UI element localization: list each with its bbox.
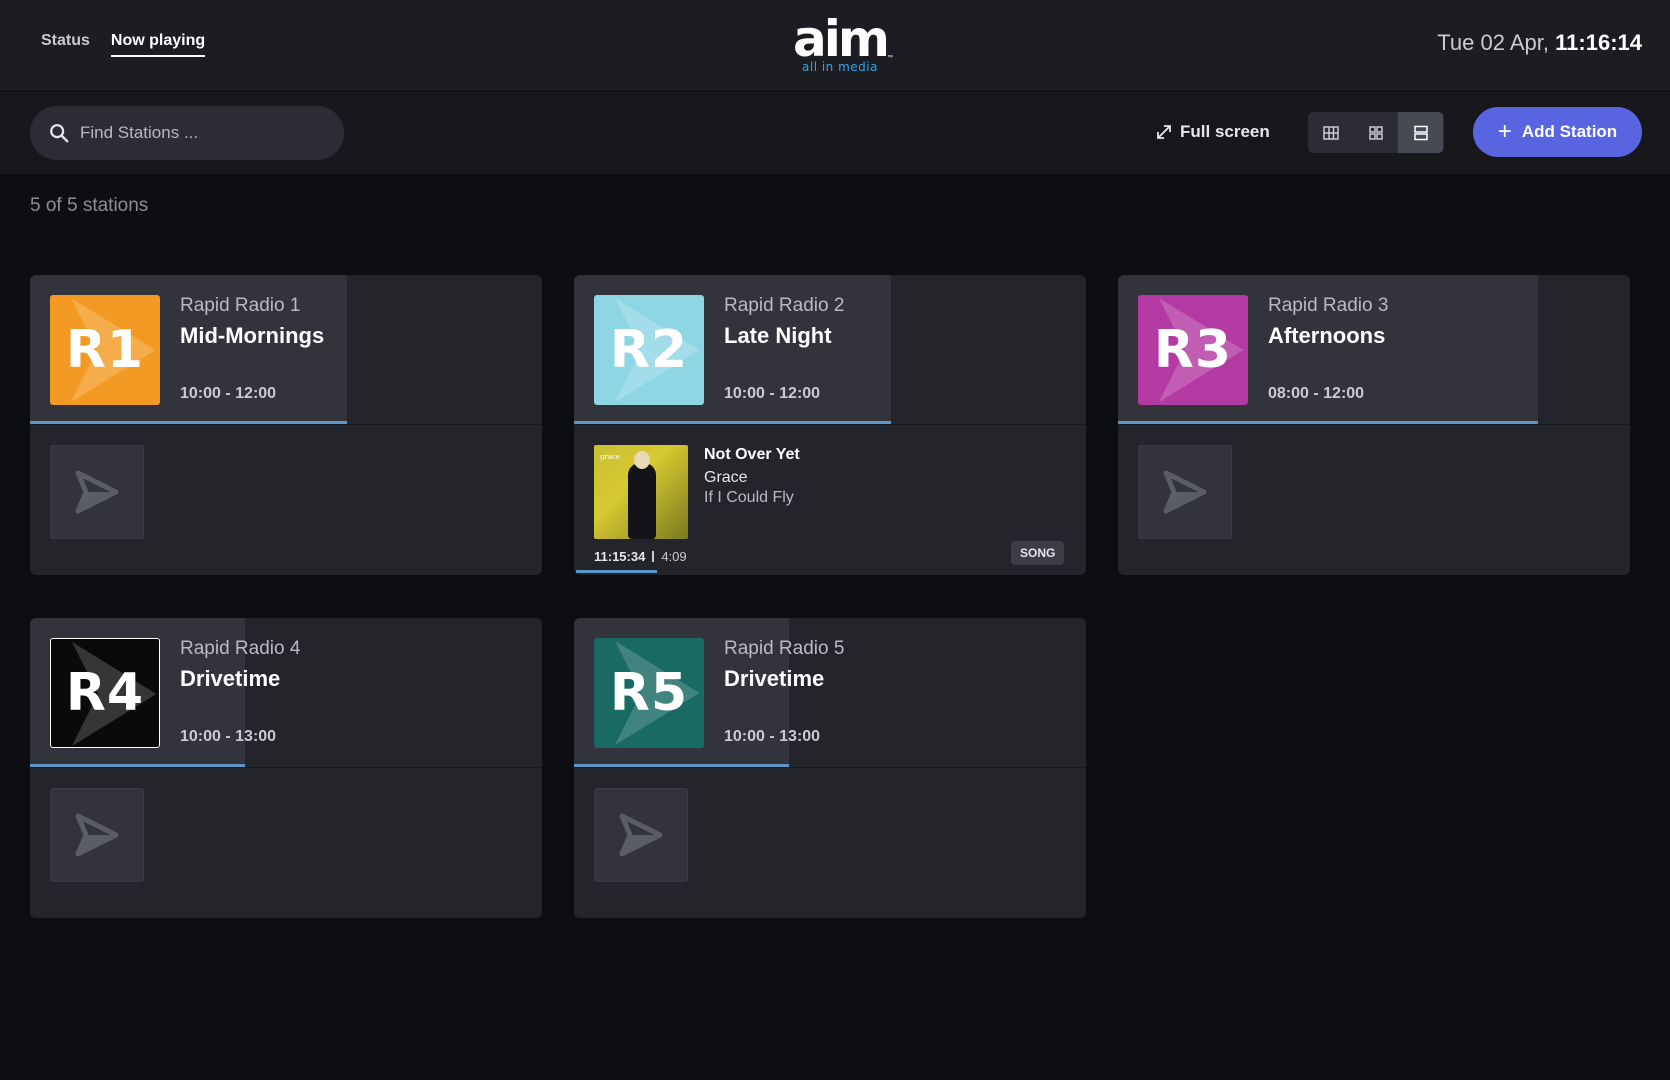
show-time: 10:00 - 13:00 [180, 728, 277, 745]
station-logo-text: R1 [65, 320, 145, 380]
album-art: grace [594, 445, 688, 539]
expand-icon [1157, 125, 1171, 139]
nav-status[interactable]: Status [41, 32, 90, 57]
play-logo-icon [1163, 470, 1207, 514]
station-header: R1 Rapid Radio 1 Mid-Mornings 10:00 - 12… [30, 275, 542, 424]
divider [574, 767, 1086, 768]
show-time: 10:00 - 12:00 [724, 385, 821, 402]
divider [30, 767, 542, 768]
search-icon [50, 124, 69, 143]
search-box[interactable] [30, 106, 344, 160]
add-station-button[interactable]: + Add Station [1473, 107, 1642, 157]
track-album: If I Could Fly [704, 489, 794, 506]
station-card[interactable]: R3 Rapid Radio 3 Afternoons 08:00 - 12:0… [1118, 275, 1630, 575]
add-station-label: Add Station [1521, 122, 1618, 141]
play-logo-icon [75, 813, 119, 857]
station-name: Rapid Radio 1 [180, 295, 301, 316]
station-card[interactable]: R2 Rapid Radio 2 Late Night 10:00 - 12:0… [574, 275, 1086, 575]
station-name: Rapid Radio 3 [1268, 295, 1389, 316]
now-playing-placeholder [594, 788, 688, 882]
station-logo: R2 [594, 295, 704, 405]
item-type-badge: SONG [1011, 541, 1065, 565]
track-progress-bar [576, 570, 657, 573]
station-header: R2 Rapid Radio 2 Late Night 10:00 - 12:0… [574, 275, 1086, 424]
station-logo-text: R4 [65, 663, 145, 723]
top-bar: Status Now playing aim all in media ™ Tu… [0, 0, 1670, 91]
clock-date: Tue 02 Apr, [1437, 30, 1550, 55]
clock: Tue 02 Apr, 11:16:14 [1437, 30, 1642, 56]
station-logo: R3 [1138, 295, 1248, 405]
track-duration: 4:09 [661, 549, 687, 564]
station-logo-text: R5 [609, 663, 689, 723]
station-card[interactable]: R5 Rapid Radio 5 Drivetime 10:00 - 13:00 [574, 618, 1086, 918]
station-name: Rapid Radio 5 [724, 638, 845, 659]
aim-logo: aim all in media ™ [787, 14, 893, 76]
station-header: R5 Rapid Radio 5 Drivetime 10:00 - 13:00 [574, 618, 1086, 767]
station-card[interactable]: R4 Rapid Radio 4 Drivetime 10:00 - 13:00 [30, 618, 542, 918]
station-name: Rapid Radio 2 [724, 295, 845, 316]
main-nav: Status Now playing [41, 32, 206, 57]
show-name: Drivetime [180, 666, 281, 691]
album-art-label: grace [600, 453, 621, 461]
view-list-button[interactable] [1398, 112, 1443, 153]
station-logo-text: R3 [1153, 320, 1233, 380]
station-header: R4 Rapid Radio 4 Drivetime 10:00 - 13:00 [30, 618, 542, 767]
view-grid-button[interactable] [1353, 112, 1398, 153]
logo-tagline: all in media [802, 60, 878, 74]
station-name: Rapid Radio 4 [180, 638, 301, 659]
show-name: Afternoons [1268, 323, 1386, 348]
nav-now-playing[interactable]: Now playing [110, 32, 206, 57]
full-screen-label: Full screen [1180, 122, 1270, 141]
plus-icon: + [1497, 118, 1512, 145]
play-logo-icon [75, 470, 119, 514]
search-input[interactable] [80, 123, 320, 143]
station-count: 5 of 5 stations [30, 195, 149, 216]
show-name: Late Night [724, 323, 832, 348]
logo-trademark: ™ [887, 55, 893, 61]
toolbar: Full screen + Add Station [0, 92, 1670, 174]
station-logo: R1 [50, 295, 160, 405]
track-artist: Grace [704, 469, 748, 486]
track-timing: 11:15:34 4:09 [594, 549, 687, 564]
track-start-time: 11:15:34 [594, 549, 646, 564]
divider [1118, 424, 1630, 425]
station-header: R3 Rapid Radio 3 Afternoons 08:00 - 12:0… [1118, 275, 1630, 424]
clock-time: 11:16:14 [1555, 30, 1642, 55]
station-logo: R5 [594, 638, 704, 748]
station-logo-text: R2 [609, 320, 689, 380]
divider [574, 424, 1086, 425]
station-card[interactable]: R1 Rapid Radio 1 Mid-Mornings 10:00 - 12… [30, 275, 542, 575]
now-playing-placeholder [1138, 445, 1232, 539]
view-table-button[interactable] [1308, 112, 1353, 153]
station-logo: R4 [50, 638, 160, 748]
track-title: Not Over Yet [704, 446, 800, 463]
table-icon [1322, 125, 1339, 140]
show-name: Drivetime [724, 666, 825, 691]
view-mode-toggle [1308, 112, 1444, 153]
grid-icon [1368, 125, 1383, 140]
show-time: 08:00 - 12:00 [1268, 385, 1365, 402]
logo-word: aim [793, 10, 890, 68]
show-time: 10:00 - 12:00 [180, 385, 277, 402]
list-icon [1413, 125, 1428, 140]
show-time: 10:00 - 13:00 [724, 728, 821, 745]
now-playing-placeholder [50, 445, 144, 539]
play-logo-icon [619, 813, 663, 857]
divider [30, 424, 542, 425]
now-playing-placeholder [50, 788, 144, 882]
full-screen-button[interactable]: Full screen [1156, 122, 1270, 142]
show-name: Mid-Mornings [180, 323, 325, 348]
